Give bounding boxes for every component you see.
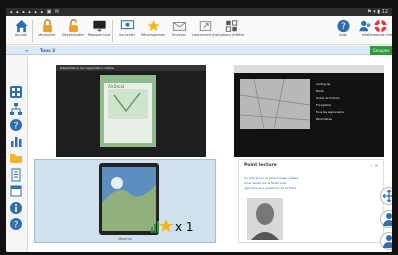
tablet-screen [234,65,384,157]
toolbar-divider [112,20,113,42]
unlock-label: Déverrouiller [62,33,84,37]
student-thumbnail-selected[interactable]: x 1 Maxime [34,159,216,243]
tablet-url-bar: Présentation de l'application mobile [60,66,114,70]
network-icon[interactable] [9,102,23,116]
portrait-image [247,198,283,240]
expand-button[interactable] [380,187,392,205]
unlock-button[interactable]: Déverrouiller [60,18,86,44]
left-sidebar: ? ? [6,55,28,252]
help-circle-icon[interactable]: ? [9,217,23,231]
watch-label: Surveiller [118,33,136,37]
watch-button[interactable]: Surveiller [114,18,140,44]
student-thumbnail[interactable]: Présentation de l'application mobile Air… [56,65,206,157]
menu-item[interactable]: Enregistrer [316,102,344,109]
lock-icon [42,19,52,33]
lock-label: Verrouiller [38,33,56,37]
session-bar: ≡ Tous 3 Groupes [6,46,392,55]
launch-app-button[interactable]: Lancement d'appli [192,18,218,44]
svg-text:?: ? [341,22,346,32]
system-status-icons: ⚑ ▾ ▮ 12 [367,9,388,15]
envelope-icon [172,22,186,31]
student-thumbnail[interactable]: Point lecture ✓ ✕ Un article sur le pers… [238,159,384,243]
menu-item[interactable]: Mode [316,88,344,95]
launch-icon [199,21,211,31]
monitor-watch-icon [120,20,134,30]
rewards-label: Récompenses [141,33,165,37]
session-menu-icon[interactable]: ≡ [25,48,28,53]
student-thumbnails-area: Présentation de l'application mobile Air… [28,55,392,252]
main-toolbar: Accueil Verrouiller Déverrouiller Masque… [6,16,392,45]
info-icon[interactable] [9,201,23,215]
home-icon [14,19,28,33]
toolbar-divider [32,20,33,42]
folder-icon[interactable] [9,151,23,165]
star-icon [146,19,160,32]
menu-item[interactable]: Outils de fichiers [316,95,344,102]
svg-text:?: ? [14,221,19,231]
chart-icon[interactable] [9,134,23,148]
session-title[interactable]: Tous 3 [40,48,55,53]
rewards-button[interactable]: Récompenses [140,18,166,44]
home-button[interactable]: Accueil [8,18,34,44]
help-icon: ? [336,19,350,33]
settings-menu: Configurer Mode Outils de fichiers Enreg… [316,81,344,123]
app-window: ▴ ▴ ▴ ▴ ▴ ▴ ▣ ✉ ⚑ ▾ ▮ 12 Accueil Verroui… [6,8,392,252]
hide-all-label: Masquer tout [87,33,111,37]
notification-icons: ▴ ▴ ▴ ▴ ▴ ▴ ▣ ✉ [10,9,61,15]
svg-text:?: ? [14,122,19,132]
user-remove-icon [383,235,392,249]
hide-all-button[interactable]: Masquer tout [86,18,112,44]
student-thumbnail[interactable]: Configurer Mode Outils de fichiers Enreg… [234,65,384,157]
help-request-label: Demande d'aide [368,33,392,37]
help-request-button[interactable]: Demande d'aide [368,18,392,44]
lifebuoy-icon [373,19,387,33]
menu-item[interactable]: Paramètres [316,116,344,123]
reward-count: x 1 [175,220,194,234]
student-name: Maxime [118,237,132,241]
monitor-icon [92,20,106,32]
menu-item[interactable]: Configurer [316,81,344,88]
lock-button[interactable]: Verrouiller [34,18,60,44]
arrows-expand-icon [382,189,392,203]
student-options-label: Options d'élèves [218,33,244,37]
thumbnails-view-icon[interactable] [9,85,23,99]
calendar-icon[interactable] [9,184,23,198]
app-name: AirDroid [108,84,125,89]
panel-title: Point lecture [244,163,277,168]
panel-text-line: Vous devez lire le texte puis [244,181,287,185]
grid-icon [225,20,237,32]
home-label: Accueil [14,33,28,37]
unlock-icon [68,19,78,33]
android-status-bar: ▴ ▴ ▴ ▴ ▴ ▴ ▣ ✉ ⚑ ▾ ▮ 12 [6,8,392,16]
reward-icons [151,219,173,233]
question-icon[interactable]: ? [9,118,23,132]
user-add-icon [383,213,392,226]
remove-user-button[interactable] [380,232,392,250]
add-user-button[interactable] [380,210,392,228]
tablet-screen [99,163,159,235]
tablet-screen [56,65,206,157]
menu-item[interactable]: Tous les apprenants [316,109,344,116]
launch-app-label: Lancement d'appli [192,33,218,37]
send-label: Envoyer [172,33,186,37]
panel-text-line: Un article sur le personnage célèbre [244,176,299,180]
document-icon[interactable] [9,168,23,182]
groups-button[interactable]: Groupes [370,46,392,55]
student-options-button[interactable]: Options d'élèves [218,18,244,44]
panel-text-line: répondre aux questions de la fiche [244,186,297,190]
close-icon[interactable]: ✓ ✕ [370,163,378,168]
send-button[interactable]: Envoyer [166,18,192,44]
